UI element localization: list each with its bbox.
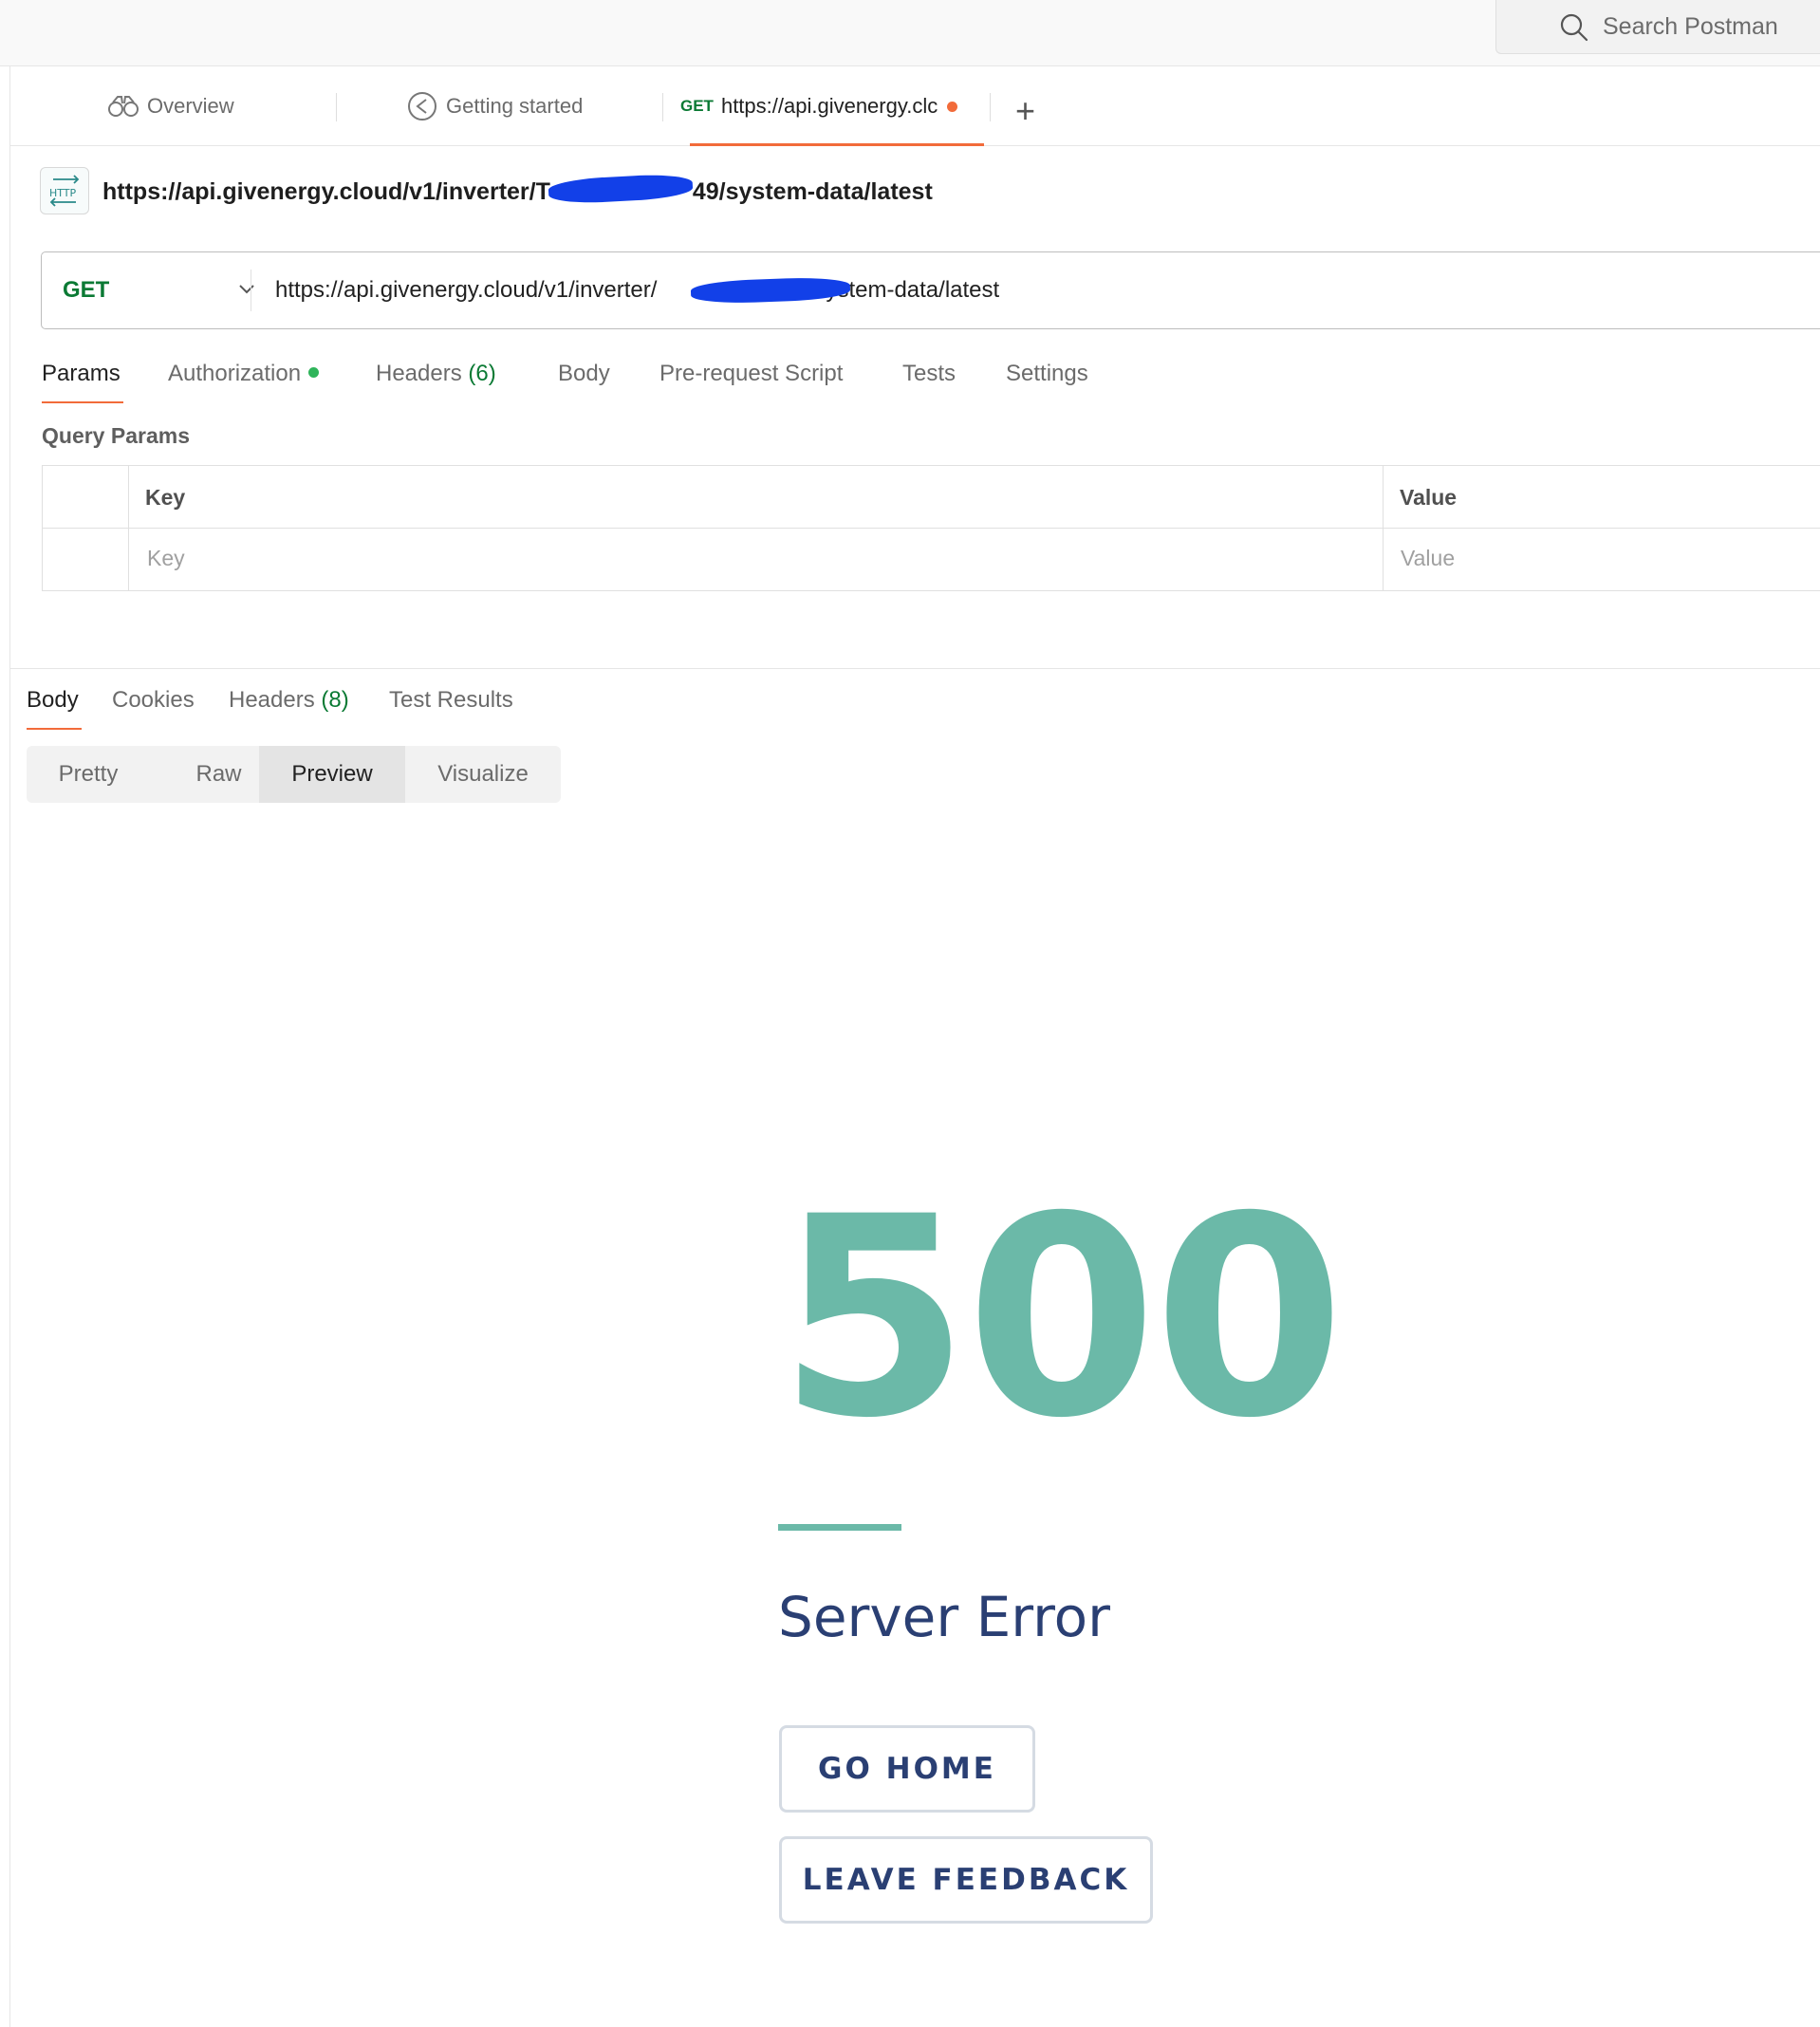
request-title-prefix: https://api.givenergy.cloud/v1/inverter/… (102, 178, 550, 205)
view-preview-button[interactable]: Preview (259, 746, 405, 803)
response-tab-headers[interactable]: Headers (8) (229, 687, 349, 714)
auth-status-dot-icon (308, 367, 320, 379)
go-home-button[interactable]: GO HOME (779, 1725, 1035, 1813)
method-select[interactable]: GET (63, 252, 109, 328)
search-box[interactable]: Search Postman (1495, 0, 1820, 54)
unsaved-dot-icon (947, 101, 958, 112)
key-column-header: Key (145, 485, 186, 510)
tab-headers-label: Headers (376, 361, 462, 386)
tab-params[interactable]: Params (42, 361, 121, 387)
response-tab-test-results[interactable]: Test Results (389, 687, 513, 714)
chevron-down-icon[interactable] (237, 279, 256, 298)
tab-authorization-label: Authorization (168, 361, 302, 386)
tab-settings[interactable]: Settings (1006, 361, 1088, 387)
tab-request[interactable]: GET https://api.givenergy.clc (680, 66, 958, 146)
http-request-icon: HTTP (40, 167, 89, 214)
method-label: GET (63, 277, 110, 303)
search-icon (1560, 13, 1588, 42)
url-bar: GET https://api.givenergy.cloud/v1/inver… (41, 251, 1820, 329)
pane-divider[interactable] (10, 668, 1820, 669)
value-input[interactable]: Value (1401, 546, 1455, 571)
sidebar-edge (9, 66, 10, 2027)
tab-separator (662, 93, 663, 121)
active-request-tab-indicator (42, 401, 123, 403)
view-pretty-button[interactable]: Pretty (27, 746, 150, 803)
query-params-label: Query Params (42, 423, 190, 448)
tab-overview-label: Overview (147, 94, 234, 118)
tab-authorization[interactable]: Authorization (168, 361, 320, 387)
response-tab-body[interactable]: Body (27, 687, 79, 714)
response-tab-cookies[interactable]: Cookies (112, 687, 195, 714)
request-title-suffix: 49/system-data/latest (692, 178, 933, 205)
tab-getting-started-label: Getting started (446, 94, 584, 118)
tab-headers[interactable]: Headers (6) (376, 361, 496, 387)
error-message: Server Error (778, 1585, 1111, 1649)
tab-separator (990, 93, 991, 121)
tab-headers-count: (6) (468, 361, 496, 386)
search-placeholder: Search Postman (1603, 12, 1778, 40)
key-input[interactable]: Key (147, 546, 185, 571)
tab-separator (336, 93, 337, 121)
column-divider (128, 466, 129, 590)
compass-icon (406, 90, 438, 122)
view-mode-selector: Pretty Raw Preview Visualize (27, 746, 561, 803)
new-tab-plus-icon[interactable]: + (1015, 91, 1035, 131)
accent-divider (778, 1524, 901, 1531)
query-params-table: Key Value Key Value (42, 465, 1820, 591)
request-title[interactable]: https://api.givenergy.cloud/v1/inverter/… (102, 178, 933, 206)
tab-strip: Overview Getting started GET https://api… (10, 66, 1820, 146)
tab-body[interactable]: Body (558, 361, 610, 387)
error-code: 500 (778, 1159, 1345, 1478)
tab-overview[interactable]: Overview (107, 66, 234, 146)
active-response-tab-indicator (27, 728, 82, 730)
tab-request-method: GET (680, 97, 714, 115)
leave-feedback-button[interactable]: LEAVE FEEDBACK (779, 1836, 1153, 1924)
url-prefix: https://api.givenergy.cloud/v1/inverter/ (275, 277, 658, 303)
binoculars-icon (107, 94, 139, 119)
tab-getting-started[interactable]: Getting started (406, 66, 583, 146)
value-column-header: Value (1400, 485, 1458, 510)
url-input[interactable]: https://api.givenergy.cloud/v1/inverter/… (275, 252, 999, 328)
view-visualize-button[interactable]: Visualize (405, 746, 561, 803)
tab-tests[interactable]: Tests (902, 361, 956, 387)
http-badge-text: HTTP (49, 187, 77, 199)
top-bar: Search Postman (0, 0, 1820, 66)
column-divider (1383, 466, 1384, 590)
tab-prerequest-script[interactable]: Pre-request Script (659, 361, 843, 387)
table-header-row (43, 466, 1820, 529)
active-tab-indicator (690, 143, 984, 146)
response-tab-headers-count: (8) (321, 687, 349, 713)
tab-request-label: https://api.givenergy.clc (720, 94, 938, 118)
response-tab-headers-label: Headers (229, 687, 315, 713)
